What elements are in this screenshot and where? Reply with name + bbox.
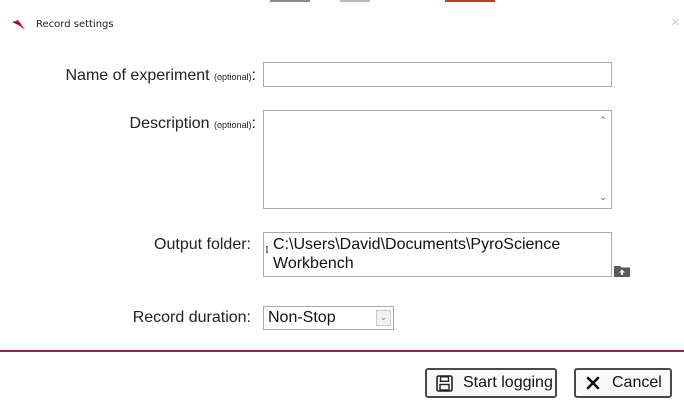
cancel-button[interactable]: Cancel [574,368,672,398]
record-duration-select[interactable]: Non-Stop ⌄ [263,306,394,330]
window-title: Record settings [36,19,114,30]
experiment-name-label-text: Name of experiment [65,67,210,84]
output-folder-value: C:\Users\David\Documents\PyroScience Wor… [273,236,561,272]
description-label-text: Description [129,115,210,132]
output-folder-field[interactable]: C:\Users\David\Documents\PyroScience Wor… [263,232,612,277]
output-folder-label: Output folder: [154,236,251,253]
save-icon [435,374,453,392]
pyroscience-logo-icon [12,20,25,30]
footer-divider [0,350,684,352]
cancel-label: Cancel [612,374,662,391]
record-duration-label: Record duration: [132,309,251,326]
record-duration-value: Non-Stop [268,309,336,326]
chevron-down-icon[interactable]: ⌄ [376,310,391,326]
chevron-up-icon[interactable]: ⌃ [597,115,609,127]
description-optional-tag: (optional) [214,120,252,130]
experiment-name-input[interactable] [263,62,612,87]
text-cursor-icon [266,246,268,253]
description-scrollbar[interactable]: ⌃ ⌄ [595,111,611,208]
experiment-name-optional-tag: (optional) [214,72,252,82]
title-bar: Record settings ✕ [0,2,684,30]
x-icon [584,374,602,392]
chevron-down-icon[interactable]: ⌄ [597,192,609,204]
folder-upload-icon[interactable] [614,264,630,277]
experiment-name-colon: : [251,67,256,84]
experiment-name-label: Name of experiment (optional): [66,67,257,85]
start-logging-button[interactable]: Start logging [425,368,557,398]
description-textarea[interactable]: ⌃ ⌄ [263,110,612,209]
close-icon[interactable]: ✕ [671,16,680,29]
description-colon: : [251,115,256,132]
start-logging-label: Start logging [463,374,553,391]
description-label: Description (optional): [130,115,256,133]
